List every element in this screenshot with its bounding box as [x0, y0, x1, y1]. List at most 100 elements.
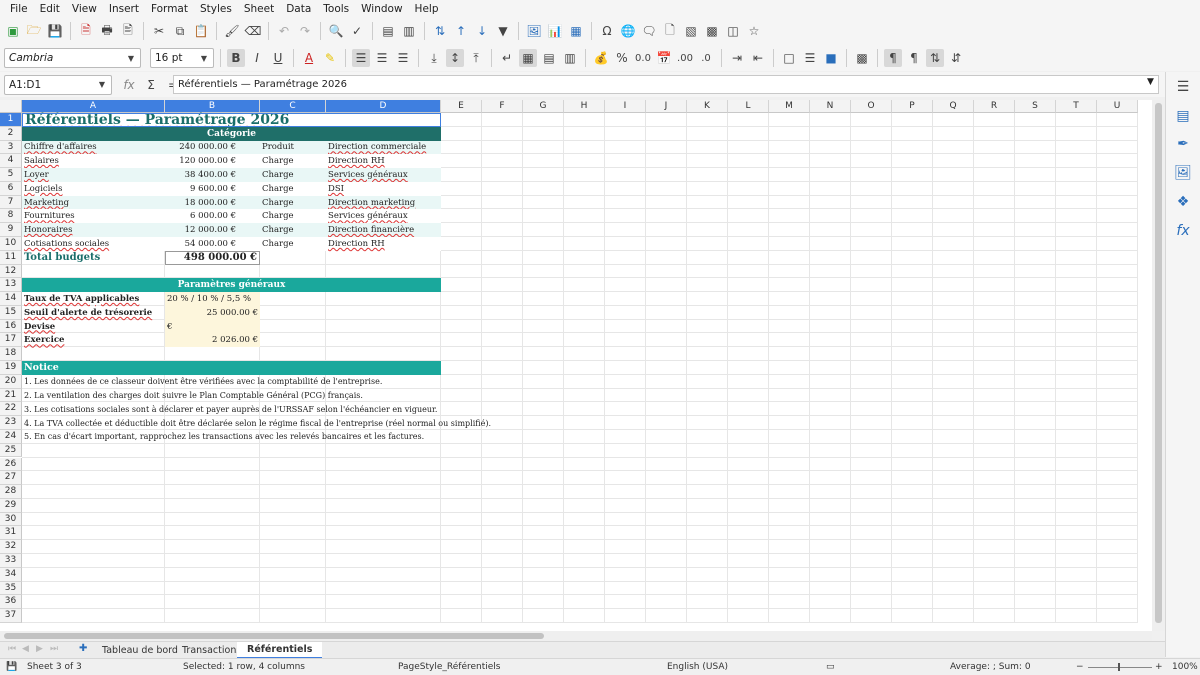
- column-header[interactable]: G: [523, 100, 564, 113]
- row-header[interactable]: 24: [0, 429, 22, 444]
- chevron-down-icon[interactable]: ▼: [93, 76, 111, 94]
- undo-icon[interactable]: ↶: [275, 22, 293, 40]
- column-header[interactable]: O: [851, 100, 892, 113]
- param-label[interactable]: Devise: [22, 320, 165, 334]
- budget-cell-a[interactable]: Marketing: [22, 196, 165, 210]
- row-header[interactable]: 34: [0, 567, 22, 582]
- budget-cell-c[interactable]: Charge: [260, 196, 326, 210]
- budget-cell-c[interactable]: Charge: [260, 237, 326, 251]
- budget-cell-b[interactable]: 9 600.00 €: [165, 182, 260, 196]
- function-wizard-icon[interactable]: fx: [120, 76, 138, 94]
- print-preview-icon[interactable]: 🖹: [119, 22, 137, 40]
- last-sheet-icon[interactable]: ⏭: [50, 644, 58, 654]
- zoom-level[interactable]: 100%: [1172, 662, 1198, 672]
- row-header[interactable]: 32: [0, 540, 22, 554]
- menu-view[interactable]: View: [66, 3, 103, 15]
- split-window-icon[interactable]: ◫: [724, 22, 742, 40]
- row-header[interactable]: 22: [0, 402, 22, 417]
- notice-line[interactable]: 5. En cas d'écart important, rapprochez …: [22, 430, 441, 444]
- menu-sheet[interactable]: Sheet: [238, 3, 280, 15]
- param-label[interactable]: Taux de TVA applicables: [22, 292, 165, 306]
- gallery-icon[interactable]: 🖼: [1174, 164, 1192, 182]
- menu-window[interactable]: Window: [355, 3, 408, 15]
- budget-cell-c[interactable]: Charge: [260, 182, 326, 196]
- budget-cell-c[interactable]: Charge: [260, 168, 326, 182]
- merge-center-icon[interactable]: ▦: [519, 49, 537, 67]
- freeze-rows-columns-icon[interactable]: ▩: [703, 22, 721, 40]
- budget-cell-a[interactable]: Loyer: [22, 168, 165, 182]
- budget-cell-c[interactable]: Produit: [260, 141, 326, 155]
- row-header[interactable]: 6: [0, 181, 22, 196]
- notice-line[interactable]: 4. La TVA collectée et déductible doit ê…: [22, 416, 491, 430]
- autofilter-icon[interactable]: ▼: [494, 22, 512, 40]
- row-header[interactable]: 1: [0, 113, 22, 127]
- align-bottom-icon[interactable]: ⤒: [467, 49, 485, 67]
- formula-summary[interactable]: Average: ; Sum: 0: [950, 662, 1031, 672]
- row-header[interactable]: 4: [0, 154, 22, 169]
- tab-referentiels[interactable]: Référentiels: [237, 642, 323, 659]
- row-header[interactable]: 30: [0, 512, 22, 527]
- budget-cell-a[interactable]: Salaires: [22, 154, 165, 168]
- budget-cell-a[interactable]: Logiciels: [22, 182, 165, 196]
- row-header[interactable]: 17: [0, 333, 22, 348]
- header-footer-icon[interactable]: 🗋: [661, 22, 679, 40]
- special-character-icon[interactable]: Ω: [598, 22, 616, 40]
- align-top-icon[interactable]: ⤓: [425, 49, 443, 67]
- notice-line[interactable]: 2. La ventilation des charges doit suivr…: [22, 389, 441, 403]
- document-modified-icon[interactable]: 💾: [6, 662, 17, 672]
- clone-formatting-icon[interactable]: 🖌: [223, 22, 241, 40]
- increase-indent-icon[interactable]: ⇥: [728, 49, 746, 67]
- budget-cell-d[interactable]: Services généraux: [326, 168, 441, 182]
- budget-cell-d[interactable]: Direction marketing: [326, 196, 441, 210]
- bold-icon[interactable]: B: [227, 49, 245, 67]
- budget-cell-a[interactable]: Chiffre d'affaires: [22, 141, 165, 155]
- align-center-icon[interactable]: ☰: [373, 49, 391, 67]
- row-icon[interactable]: ▤: [379, 22, 397, 40]
- number-format-icon[interactable]: 0.0: [634, 49, 652, 67]
- sort-ascending-icon[interactable]: ↑: [452, 22, 470, 40]
- language[interactable]: English (USA): [667, 662, 728, 672]
- properties-icon[interactable]: ▤: [1174, 107, 1192, 125]
- row-header[interactable]: 33: [0, 553, 22, 568]
- budget-cell-b[interactable]: 12 000.00 €: [165, 223, 260, 237]
- zoom-handle[interactable]: [1118, 663, 1120, 671]
- row-header[interactable]: 21: [0, 388, 22, 403]
- font-name-box[interactable]: Cambria ▼: [4, 48, 141, 68]
- param-label[interactable]: Seuil d'alerte de trésorerie: [22, 306, 165, 320]
- row-header[interactable]: 19: [0, 361, 22, 375]
- row-header[interactable]: 3: [0, 140, 22, 155]
- text-orientation-icon[interactable]: ⇅: [926, 49, 944, 67]
- row-header[interactable]: 13: [0, 278, 22, 293]
- column-header[interactable]: U: [1097, 100, 1138, 113]
- column-header[interactable]: P: [892, 100, 933, 113]
- param-value[interactable]: 2 026.00 €: [165, 333, 260, 348]
- font-color-icon[interactable]: A: [300, 49, 318, 67]
- print-icon[interactable]: 🖶: [98, 22, 116, 40]
- sheet-title[interactable]: Référentiels — Paramétrage 2026: [22, 112, 441, 128]
- text-direction-rtl-icon[interactable]: ¶: [905, 49, 923, 67]
- previous-sheet-icon[interactable]: ◀: [22, 644, 29, 654]
- budget-cell-c[interactable]: Charge: [260, 209, 326, 223]
- row-header[interactable]: 9: [0, 223, 22, 237]
- budget-cell-d[interactable]: Direction financière: [326, 223, 441, 237]
- export-pdf-icon[interactable]: 🗎: [77, 22, 95, 40]
- param-value[interactable]: 20 % / 10 % / 5,5 %: [165, 292, 260, 306]
- define-print-area-icon[interactable]: ▧: [682, 22, 700, 40]
- navigator-icon[interactable]: ❖: [1174, 193, 1192, 211]
- budget-cell-d[interactable]: DSI: [326, 182, 441, 196]
- align-right-icon[interactable]: ☰: [394, 49, 412, 67]
- unmerge-cells-icon[interactable]: ▥: [561, 49, 579, 67]
- merge-cells-icon[interactable]: ▤: [540, 49, 558, 67]
- show-draw-functions-icon[interactable]: ☆: [745, 22, 763, 40]
- column-header[interactable]: E: [441, 100, 482, 113]
- find-replace-icon[interactable]: 🔍: [327, 22, 345, 40]
- center-vertically-icon[interactable]: ↕: [446, 49, 464, 67]
- open-icon[interactable]: 🗁: [25, 22, 43, 40]
- cut-icon[interactable]: ✂: [150, 22, 168, 40]
- row-header[interactable]: 8: [0, 209, 22, 224]
- save-icon[interactable]: 💾: [46, 22, 64, 40]
- budget-cell-d[interactable]: Direction RH: [326, 154, 441, 168]
- insert-chart-icon[interactable]: 📊: [546, 22, 564, 40]
- row-header[interactable]: 16: [0, 319, 22, 334]
- menu-edit[interactable]: Edit: [34, 3, 66, 15]
